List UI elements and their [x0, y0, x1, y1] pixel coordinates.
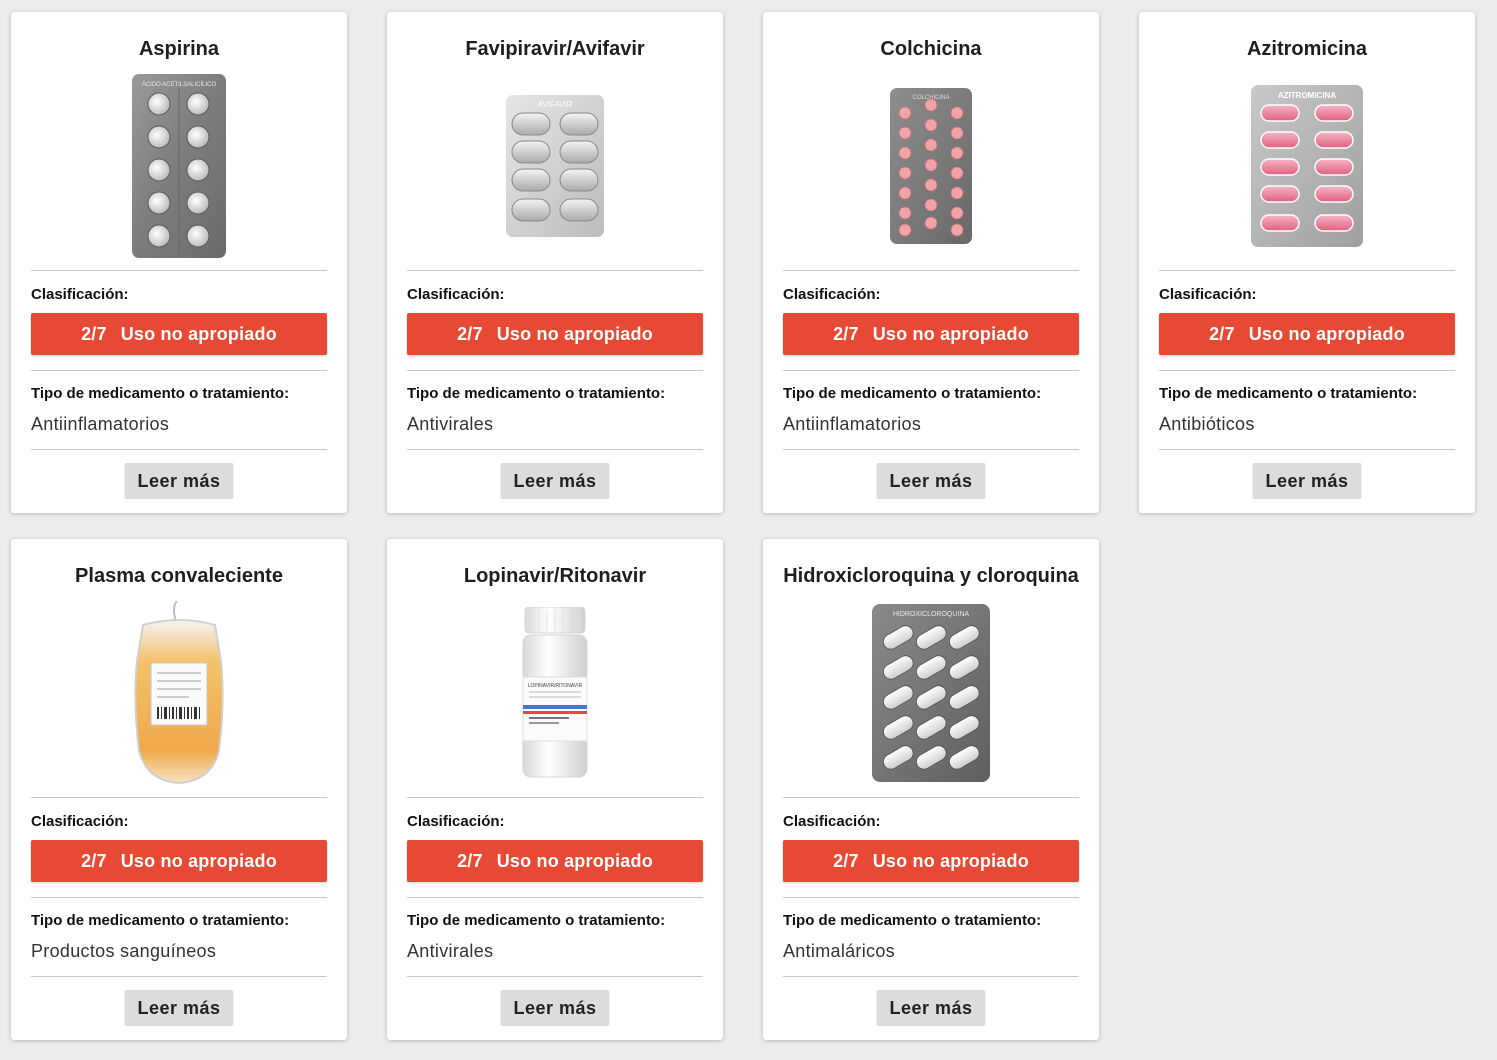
score: 2/7	[457, 323, 483, 344]
divider	[407, 370, 703, 371]
classification-text: Uso no apropiado	[120, 323, 277, 344]
card-title: Favipiravir/Avifavir	[465, 38, 645, 60]
package-label: AVIFAVIR	[538, 100, 573, 109]
classification-text: Uso no apropiado	[872, 850, 1029, 871]
classification-text: Uso no apropiado	[872, 323, 1029, 344]
read-more-button[interactable]: Leer más	[500, 463, 610, 499]
divider	[783, 270, 1079, 271]
divider	[407, 897, 703, 898]
card-title: Hidroxicloroquina y cloroquina	[783, 565, 1079, 587]
medication-card: Aspirina ÁCIDO ACETILSALICÍLICO Clasific…	[11, 12, 347, 513]
classification-label: Clasificación:	[783, 813, 881, 830]
type-value: Productos sanguíneos	[31, 941, 217, 961]
score: 2/7	[81, 323, 107, 344]
classification-text: Uso no apropiado	[496, 850, 653, 871]
classification-badge: 2/7 Uso no apropiado	[31, 840, 327, 882]
read-more-button[interactable]: Leer más	[1252, 463, 1362, 499]
classification-badge: 2/7 Uso no apropiado	[407, 313, 703, 355]
classification-badge: 2/7 Uso no apropiado	[783, 840, 1079, 882]
divider	[1159, 449, 1455, 450]
type-label: Tipo de medicamento o tratamiento:	[783, 912, 1042, 929]
medication-card: Colchicina COLCHICINA Clasificación: 2/7…	[763, 12, 1099, 513]
medication-card: Lopinavir/Ritonavir LOPINAVIR/RITONAVIR	[387, 539, 723, 1040]
medicine-bottle-image: LOPINAVIR/RITONAVIR	[407, 593, 703, 793]
classification-badge: 2/7 Uso no apropiado	[31, 313, 327, 355]
package-label: AZITROMICINA	[1278, 91, 1336, 100]
card-title: Lopinavir/Ritonavir	[463, 565, 647, 587]
classification-label: Clasificación:	[407, 813, 505, 830]
read-more-button[interactable]: Leer más	[876, 990, 986, 1026]
classification-label: Clasificación:	[31, 286, 129, 303]
divider	[783, 797, 1079, 798]
divider	[31, 370, 327, 371]
classification-badge: 2/7 Uso no apropiado	[1159, 313, 1455, 355]
type-label: Tipo de medicamento o tratamiento:	[407, 385, 666, 402]
divider	[31, 449, 327, 450]
card-title: Azitromicina	[1246, 38, 1368, 60]
score: 2/7	[81, 850, 107, 871]
divider	[407, 270, 703, 271]
card-title: Aspirina	[138, 38, 220, 60]
read-more-button[interactable]: Leer más	[124, 990, 234, 1026]
classification-text: Uso no apropiado	[120, 850, 277, 871]
type-value: Antiinflamatorios	[783, 414, 922, 434]
classification-label: Clasificación:	[407, 286, 505, 303]
card-title: Colchicina	[880, 38, 982, 60]
type-label: Tipo de medicamento o tratamiento:	[407, 912, 666, 929]
divider	[407, 797, 703, 798]
colchicine-blister-image: COLCHICINA	[783, 66, 1079, 266]
package-label: LOPINAVIR/RITONAVIR	[528, 683, 583, 689]
plasma-bag-image	[31, 593, 327, 793]
classification-badge: 2/7 Uso no apropiado	[783, 313, 1079, 355]
medication-card: Hidroxicloroquina y cloroquina HIDROXICL…	[763, 539, 1099, 1040]
medication-grid: Aspirina ÁCIDO ACETILSALICÍLICO Clasific…	[0, 0, 1497, 1060]
classification-text: Uso no apropiado	[496, 323, 653, 344]
divider	[31, 897, 327, 898]
divider	[31, 976, 327, 977]
divider	[31, 797, 327, 798]
type-value: Antibióticos	[1159, 414, 1255, 434]
type-label: Tipo de medicamento o tratamiento:	[31, 385, 290, 402]
medication-card: Azitromicina AZITROMICINA Clasificación:…	[1139, 12, 1475, 513]
type-label: Tipo de medicamento o tratamiento:	[31, 912, 290, 929]
divider	[783, 449, 1079, 450]
score: 2/7	[457, 850, 483, 871]
divider	[783, 897, 1079, 898]
classification-badge: 2/7 Uso no apropiado	[407, 840, 703, 882]
score: 2/7	[1209, 323, 1235, 344]
card-title: Plasma convaleciente	[75, 565, 283, 587]
divider	[783, 976, 1079, 977]
medication-card: Plasma convaleciente Clasificación: 2/7 …	[11, 539, 347, 1040]
avifavir-blister-image: AVIFAVIR	[407, 66, 703, 266]
hydroxychloroquine-blister-image: HIDROXICLOROQUINA	[783, 593, 1079, 793]
read-more-button[interactable]: Leer más	[876, 463, 986, 499]
divider	[783, 370, 1079, 371]
type-value: Antiinflamatorios	[31, 414, 170, 434]
divider	[31, 270, 327, 271]
classification-label: Clasificación:	[1159, 286, 1257, 303]
package-label: ÁCIDO ACETILSALICÍLICO	[142, 81, 217, 88]
medication-card: Favipiravir/Avifavir AVIFAVIR Clasificac…	[387, 12, 723, 513]
package-label: HIDROXICLOROQUINA	[893, 611, 970, 618]
divider	[407, 449, 703, 450]
classification-label: Clasificación:	[783, 286, 881, 303]
type-value: Antivirales	[407, 414, 494, 434]
type-label: Tipo de medicamento o tratamiento:	[1159, 385, 1418, 402]
divider	[1159, 370, 1455, 371]
score: 2/7	[833, 850, 859, 871]
azithromycin-blister-image: AZITROMICINA	[1159, 66, 1455, 266]
read-more-button[interactable]: Leer más	[500, 990, 610, 1026]
read-more-button[interactable]: Leer más	[124, 463, 234, 499]
classification-label: Clasificación:	[31, 813, 129, 830]
type-value: Antimaláricos	[783, 941, 895, 961]
classification-text: Uso no apropiado	[1248, 323, 1405, 344]
aspirin-blister-image: ÁCIDO ACETILSALICÍLICO	[31, 66, 327, 266]
type-label: Tipo de medicamento o tratamiento:	[783, 385, 1042, 402]
divider	[1159, 270, 1455, 271]
divider	[407, 976, 703, 977]
type-value: Antivirales	[407, 941, 494, 961]
score: 2/7	[833, 323, 859, 344]
